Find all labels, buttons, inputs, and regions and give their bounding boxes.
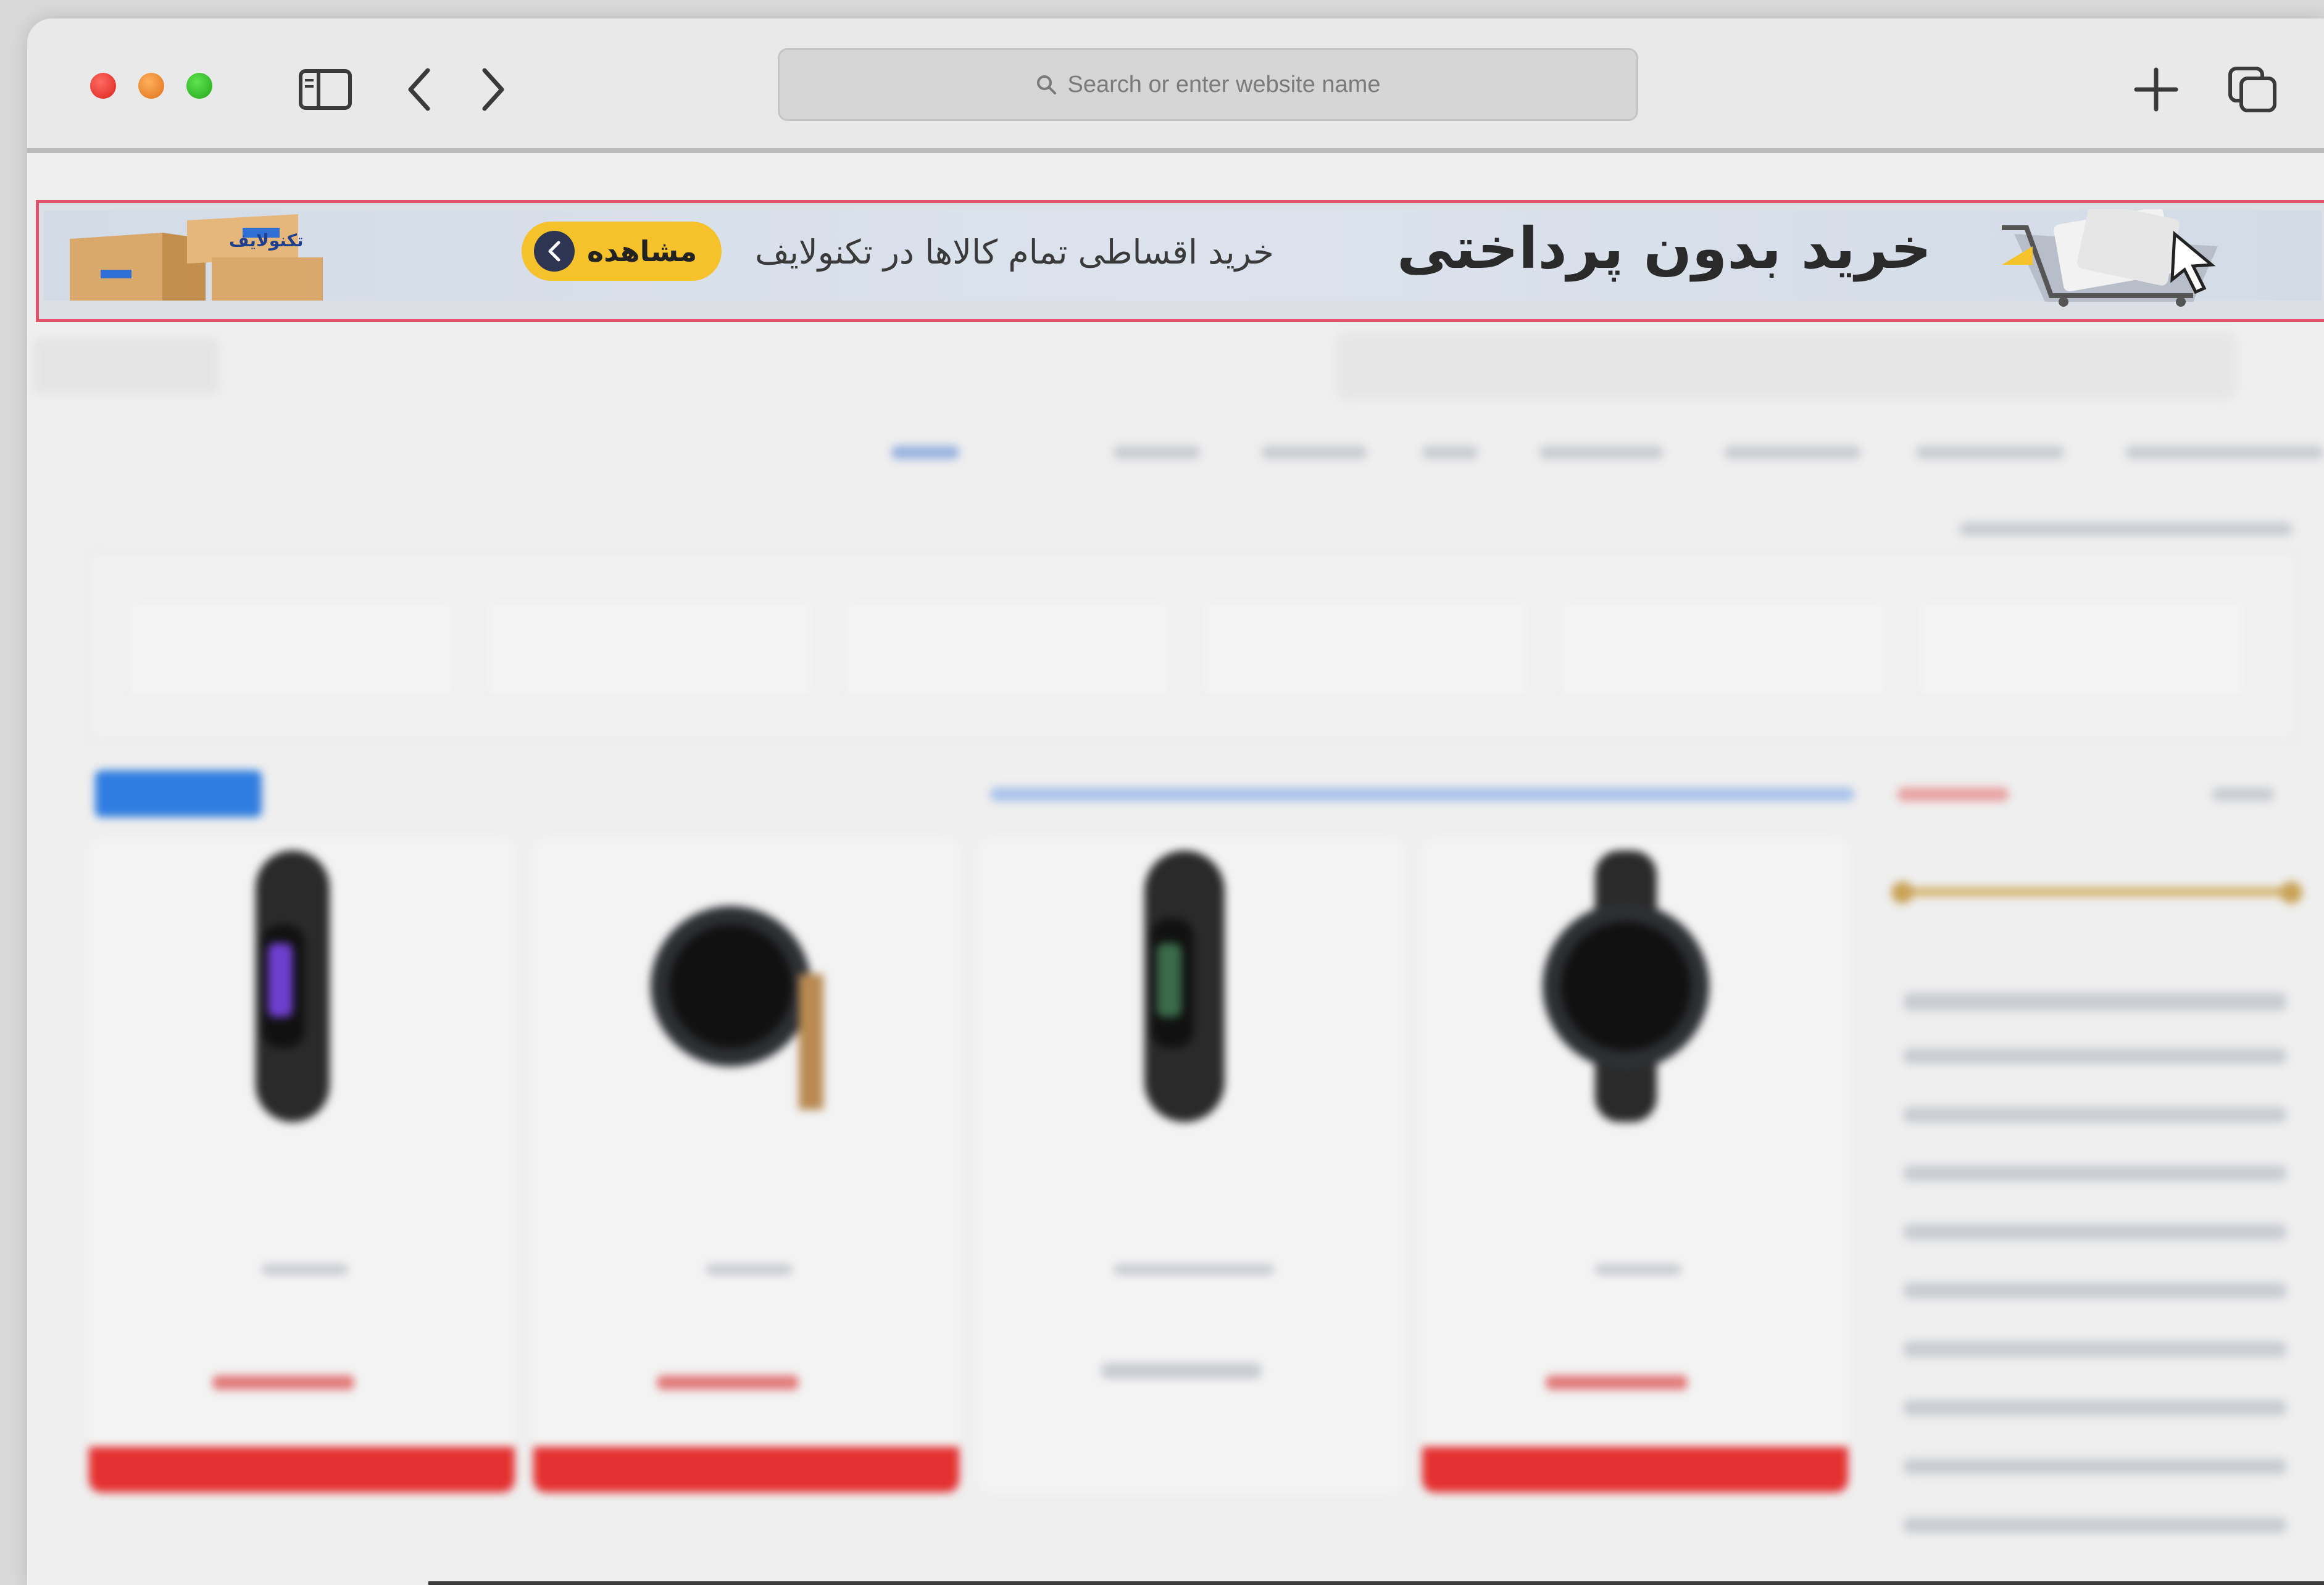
filter-option xyxy=(1904,1517,2286,1533)
filter-option xyxy=(1904,1400,2286,1416)
shipping-boxes-image: تکنولایف xyxy=(70,214,323,301)
brand-logo-text: تکنولایف xyxy=(229,230,304,251)
sidebar-icon[interactable] xyxy=(298,62,353,117)
dock-edge xyxy=(428,1581,2324,1585)
category-chip xyxy=(484,597,815,700)
product-title-line xyxy=(1114,1264,1274,1275)
category-chip xyxy=(1558,597,1889,700)
slider-handle xyxy=(2280,881,2302,904)
breadcrumb xyxy=(1959,522,2293,536)
smartwatch-image xyxy=(1543,851,1709,1122)
category-chip xyxy=(1916,597,2247,700)
product-price xyxy=(1546,1375,1688,1390)
banner-title: خرید بدون پرداختی xyxy=(1397,215,1932,281)
new-tab-plus-icon[interactable] xyxy=(2128,62,2184,117)
promo-banner[interactable]: تکنولایف مشاهده خرید اقساطی تمام کالاها … xyxy=(36,200,2324,322)
filter-option xyxy=(1904,1224,2286,1240)
filter-option xyxy=(1904,1341,2286,1357)
smart-band-image xyxy=(1144,851,1225,1122)
product-card xyxy=(533,838,959,1492)
address-placeholder: Search or enter website name xyxy=(1067,71,1381,98)
filter-option xyxy=(1904,1107,2286,1123)
shopping-cart-image xyxy=(2002,209,2218,307)
nav-item xyxy=(2126,446,2323,459)
chevron-left-icon xyxy=(534,231,575,272)
smart-band-image xyxy=(256,851,330,1122)
product-card xyxy=(978,838,1404,1492)
view-button-label: مشاهده xyxy=(587,235,698,268)
filter-option xyxy=(1904,1048,2286,1064)
product-price xyxy=(657,1375,799,1390)
filter-option xyxy=(1904,992,2286,1011)
product-title-line xyxy=(262,1264,348,1275)
site-search-bar xyxy=(1336,332,2237,400)
search-icon xyxy=(1036,74,1057,95)
sort-tabs xyxy=(990,788,1854,801)
clear-filters-link xyxy=(1897,788,2009,801)
product-price xyxy=(1101,1363,1262,1379)
slider-handle xyxy=(1891,881,1914,904)
sale-bar xyxy=(89,1447,515,1492)
filter-option xyxy=(1904,1458,2286,1475)
browser-window: Search or enter website name تکنولایف مش… xyxy=(27,19,2324,1585)
nav-item xyxy=(1725,446,1860,459)
tab-overview-icon[interactable] xyxy=(2225,62,2280,117)
product-title-line xyxy=(1595,1264,1681,1275)
nav-item xyxy=(1262,446,1367,459)
nav-item xyxy=(1916,446,2064,459)
sale-bar xyxy=(533,1447,959,1492)
nav-item xyxy=(891,446,959,459)
banner-subtitle: خرید اقساطی تمام کالاها در تکنولایف xyxy=(755,233,1274,272)
browser-toolbar: Search or enter website name xyxy=(27,19,2324,148)
filters-label xyxy=(2212,788,2274,801)
view-button[interactable]: مشاهده xyxy=(522,222,722,281)
login-button xyxy=(33,338,219,394)
web-content: تکنولایف مشاهده خرید اقساطی تمام کالاها … xyxy=(27,153,2324,1585)
toolbar-divider xyxy=(27,148,2324,153)
close-window-button[interactable] xyxy=(90,73,116,99)
category-chip xyxy=(126,597,457,700)
zoom-window-button[interactable] xyxy=(186,73,212,99)
sale-bar xyxy=(1422,1447,1848,1492)
filter-option xyxy=(1904,1165,2286,1181)
back-chevron-icon[interactable] xyxy=(391,62,447,117)
product-card xyxy=(89,838,515,1492)
category-chip xyxy=(842,597,1173,700)
product-title-line xyxy=(706,1264,793,1275)
address-bar[interactable]: Search or enter website name xyxy=(778,48,1638,121)
nav-item xyxy=(1114,446,1200,459)
nav-item xyxy=(1422,446,1478,459)
minimize-window-button[interactable] xyxy=(138,73,164,99)
price-slider xyxy=(1897,888,2293,896)
compare-button xyxy=(95,770,262,817)
filter-option xyxy=(1904,1283,2286,1299)
nav-item xyxy=(1539,446,1663,459)
smartwatch-image xyxy=(651,906,823,1110)
product-price xyxy=(212,1375,354,1390)
category-chip xyxy=(1200,597,1531,700)
product-card xyxy=(1422,838,1848,1492)
forward-chevron-icon[interactable] xyxy=(465,62,521,117)
